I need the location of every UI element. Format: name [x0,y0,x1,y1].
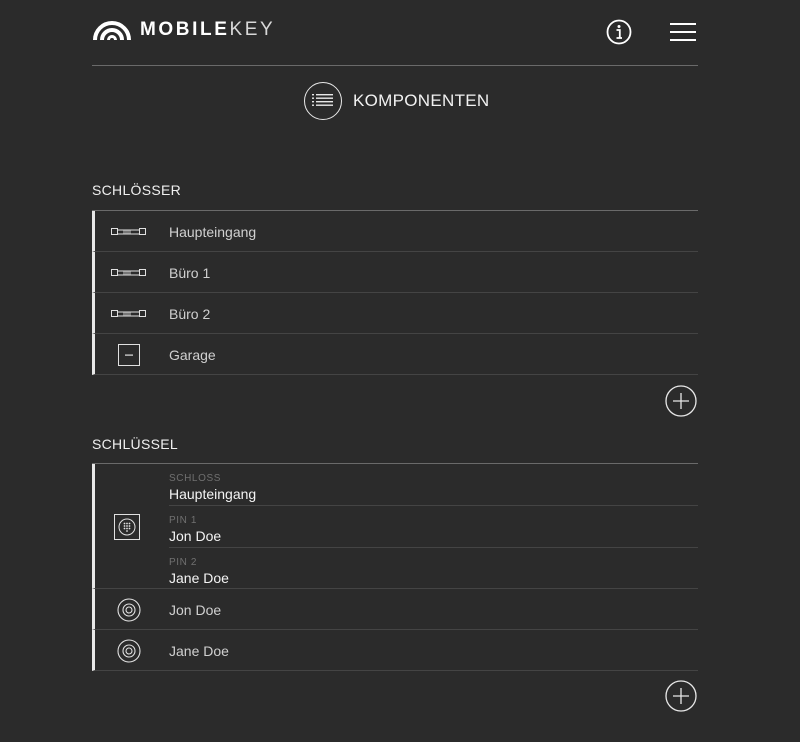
keypad-pin2-caption: PIN 2 [169,557,198,568]
lock-item-haupteingang[interactable]: Haupteingang [92,211,698,252]
info-icon [606,19,632,45]
lock-item-buero-2[interactable]: Büro 2 [92,293,698,334]
transponder-icon [109,630,149,671]
page-title-text: KOMPONENTEN [353,91,490,110]
keypad-lock-field: SCHLOSS Haupteingang [169,464,698,506]
keypad-icon [114,514,140,540]
list-icon [312,94,333,106]
lock-item-label: Büro 2 [169,306,211,322]
section-title-keys: SCHLÜSSEL [92,436,178,452]
hamburger-menu-icon [670,23,696,41]
app-container: MOBILEKEY KOMPONENTEN SCHLÖSSER Hauptein… [92,0,698,712]
lock-cylinder-icon [109,211,149,252]
garage-lock-icon [109,334,149,375]
lock-item-buero-1[interactable]: Büro 1 [92,252,698,293]
key-item-jon-doe[interactable]: Jon Doe [92,589,698,630]
list-icon-circle [304,82,342,120]
logo-text-mobile: MOBILE [140,18,230,40]
info-button[interactable] [606,19,632,45]
logo-text: MOBILEKEY [140,20,275,39]
logo-text-key: KEY [229,18,276,40]
keypad-lock-caption: SCHLOSS [169,473,221,484]
locks-list: Haupteingang Büro 1 Büro 2 Garage [92,210,698,375]
keypad-pin1-value: Jon Doe [169,528,222,544]
key-item-jane-doe[interactable]: Jane Doe [92,630,698,671]
menu-button[interactable] [670,22,698,44]
keypad-lock-value: Haupteingang [169,486,257,502]
keypad-pin2-value: Jane Doe [169,570,229,586]
page-title: KOMPONENTEN [304,81,489,121]
plus-circle-icon [665,680,697,712]
lock-item-label: Haupteingang [169,224,257,240]
lock-item-label: Garage [169,347,216,363]
add-lock-button[interactable] [665,385,697,417]
keypad-pin1-caption: PIN 1 [169,515,198,526]
lock-cylinder-icon [109,252,149,293]
keys-list: SCHLOSS Haupteingang PIN 1 Jon Doe PIN 2… [92,463,698,671]
transponder-icon [109,589,149,630]
key-item-keypad[interactable]: SCHLOSS Haupteingang PIN 1 Jon Doe PIN 2… [92,464,698,589]
section-title-locks: SCHLÖSSER [92,182,182,198]
lock-item-label: Büro 1 [169,265,211,281]
keypad-pin2-field: PIN 2 Jane Doe [169,548,698,589]
lock-cylinder-icon [109,293,149,334]
keypad-pin1-field: PIN 1 Jon Doe [169,506,698,548]
add-key-button[interactable] [665,680,697,712]
header: MOBILEKEY [92,0,698,66]
logo[interactable]: MOBILEKEY [93,18,275,40]
key-item-label: Jane Doe [169,643,229,659]
plus-circle-icon [665,385,697,417]
lock-item-garage[interactable]: Garage [92,334,698,375]
mobilekey-logo-icon [93,21,131,40]
key-item-label: Jon Doe [169,602,222,618]
